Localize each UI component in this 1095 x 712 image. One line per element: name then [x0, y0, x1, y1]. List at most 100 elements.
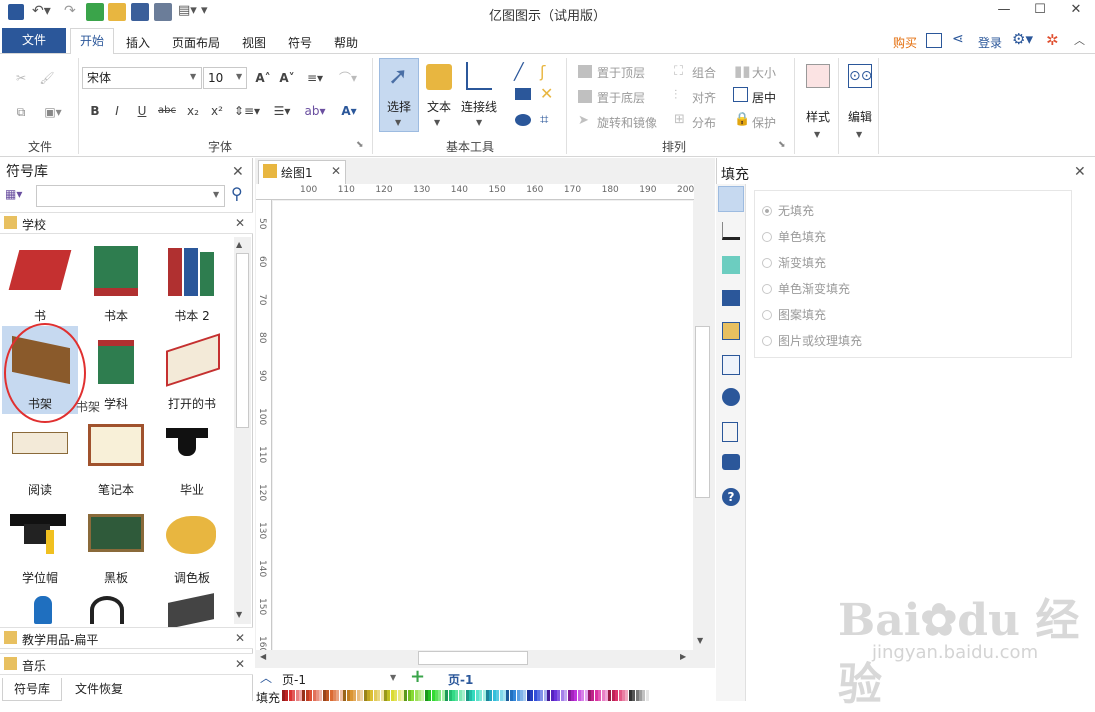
text-path-icon[interactable]: ⌒▾ [334, 68, 362, 88]
menu-page-layout[interactable]: 页面布局 [172, 34, 220, 51]
menu-file[interactable]: 文件 [2, 28, 66, 53]
symbol-item[interactable]: 书本 [78, 238, 154, 326]
hyperlink-tab-icon[interactable] [722, 388, 740, 406]
dialog-launcher-icon[interactable]: ⬊ [356, 140, 364, 150]
page-tab[interactable]: 页-1 [448, 671, 473, 688]
bring-front-button[interactable]: 置于顶层 [597, 64, 645, 81]
symbol-item[interactable]: 书本 2 [154, 238, 230, 326]
ellipse-tool-icon[interactable] [515, 114, 531, 126]
image-tab-icon[interactable] [722, 290, 740, 306]
protect-button[interactable]: 保护 [752, 114, 776, 131]
connector-icon[interactable] [466, 62, 492, 90]
cut-icon[interactable]: ✂ [10, 68, 32, 88]
maximize-button[interactable]: ☐ [1028, 2, 1052, 22]
rectangle-tool-icon[interactable] [515, 88, 531, 100]
symbol-item[interactable]: 阅读 [2, 412, 78, 500]
symbol-item[interactable]: 笔记本 [78, 412, 154, 500]
fill-tab-icon[interactable] [718, 186, 744, 212]
symbol-item[interactable]: 毕业 [154, 412, 230, 500]
close-icon[interactable]: ✕ [235, 657, 245, 671]
line-spacing-icon[interactable]: ⇕≡▾ [232, 101, 262, 121]
symbol-item[interactable]: 调色板 [154, 500, 230, 588]
comment-tab-icon[interactable] [722, 454, 740, 470]
font-color-icon[interactable]: A▾ [336, 101, 362, 121]
buy-link[interactable]: 购买 [893, 34, 917, 51]
line-tool-icon[interactable]: ╱ [514, 62, 524, 81]
close-icon[interactable]: ✕ [232, 164, 244, 180]
settings-gear-icon[interactable]: ⚙▾ [1012, 30, 1033, 48]
bullets-icon[interactable]: ☰▾ [268, 101, 296, 121]
color-palette[interactable] [282, 690, 649, 701]
palette-swatch[interactable] [645, 690, 649, 701]
style-icon[interactable] [806, 64, 830, 88]
connector-label[interactable]: 连接线 [458, 98, 500, 115]
format-painter-icon[interactable]: 🖌 [36, 68, 58, 88]
collapse-ribbon-icon[interactable]: ︿ [1074, 32, 1085, 48]
scrollbar-thumb[interactable] [236, 253, 249, 428]
italic-icon[interactable]: I [106, 101, 128, 121]
fill-option-radio[interactable]: 单色填充 [762, 228, 826, 245]
close-icon[interactable]: ✕ [1074, 164, 1086, 180]
scroll-right-icon[interactable]: ▶ [680, 652, 686, 661]
group-button[interactable]: 组合 [692, 64, 716, 81]
paste-icon[interactable]: ▣▾ [38, 102, 68, 122]
attachment-tab-icon[interactable] [722, 422, 738, 442]
fill-option-radio[interactable]: 图片或纹理填充 [762, 332, 862, 349]
point-tool-icon[interactable]: ✕ [540, 84, 553, 103]
menu-insert[interactable]: 插入 [126, 34, 150, 51]
menu-symbols[interactable]: 符号 [288, 34, 312, 51]
line-tab-icon[interactable] [722, 222, 740, 240]
feedback-icon[interactable] [926, 33, 942, 48]
tab-file-recovery[interactable]: 文件恢复 [66, 678, 132, 701]
shrink-font-icon[interactable]: A˅ [276, 68, 298, 88]
align-button[interactable]: 对齐 [692, 89, 716, 106]
curve-tool-icon[interactable]: ʃ [540, 62, 545, 81]
share-icon[interactable]: ⋖ [952, 31, 964, 47]
tab-symbol-library[interactable]: 符号库 [2, 678, 62, 701]
font-name-select[interactable]: 宋体 [82, 67, 202, 89]
drawing-page[interactable] [273, 201, 693, 650]
symbol-item[interactable]: 黑板 [78, 500, 154, 588]
fill-option-radio[interactable]: 图案填充 [762, 306, 826, 323]
symbol-item[interactable]: 打开的书 [154, 326, 230, 414]
scroll-down-icon[interactable]: ▼ [697, 636, 703, 645]
scroll-down-icon[interactable]: ▼ [236, 610, 242, 619]
underline-icon[interactable]: U [131, 101, 153, 121]
text-align-icon[interactable]: ≡▾ [302, 68, 328, 88]
scrollbar-thumb[interactable] [418, 651, 528, 665]
page-tab-icon[interactable] [722, 355, 740, 375]
close-icon[interactable]: ✕ [235, 631, 245, 645]
binoculars-icon[interactable]: ⊙⊙ [848, 64, 872, 88]
menu-help[interactable]: 帮助 [334, 34, 358, 51]
library-menu-icon[interactable]: ▦▾ [5, 187, 33, 205]
menu-view[interactable]: 视图 [242, 34, 266, 51]
edit-button[interactable]: 编辑 [840, 108, 880, 125]
shadow-tab-icon[interactable] [722, 256, 740, 274]
page-select[interactable]: 页-1 [282, 671, 306, 688]
superscript-icon[interactable]: x² [206, 101, 228, 121]
menu-home[interactable]: 开始 [70, 28, 114, 55]
fill-option-radio[interactable]: 无填充 [762, 202, 814, 219]
scroll-up-icon[interactable]: ▲ [236, 240, 242, 249]
strikethrough-icon[interactable]: abc [156, 101, 178, 121]
bold-icon[interactable]: B [84, 101, 106, 121]
login-link[interactable]: 登录 [978, 34, 1002, 51]
search-icon[interactable]: ⚲ [231, 184, 243, 203]
chevron-up-icon[interactable]: ︿ [260, 669, 272, 686]
center-button[interactable]: 居中 [752, 89, 776, 106]
distribute-button[interactable]: 分布 [692, 114, 716, 131]
help-tab-icon[interactable]: ? [722, 488, 740, 506]
grow-font-icon[interactable]: A˄ [252, 68, 274, 88]
copy-icon[interactable]: ⧉ [10, 102, 32, 122]
close-icon[interactable]: ✕ [235, 216, 245, 230]
symbol-item[interactable]: 学科 [78, 326, 154, 414]
text-tool-icon[interactable] [426, 64, 452, 90]
subscript-icon[interactable]: x₂ [182, 101, 204, 121]
symbol-item[interactable]: 学位帽 [2, 500, 78, 588]
symbol-search-input[interactable] [36, 185, 225, 207]
scroll-left-icon[interactable]: ◀ [260, 652, 266, 661]
fill-option-radio[interactable]: 渐变填充 [762, 254, 826, 271]
close-icon[interactable]: ✕ [331, 164, 341, 178]
style-button[interactable]: 样式 [798, 108, 838, 125]
size-button[interactable]: 大小 [752, 64, 776, 81]
